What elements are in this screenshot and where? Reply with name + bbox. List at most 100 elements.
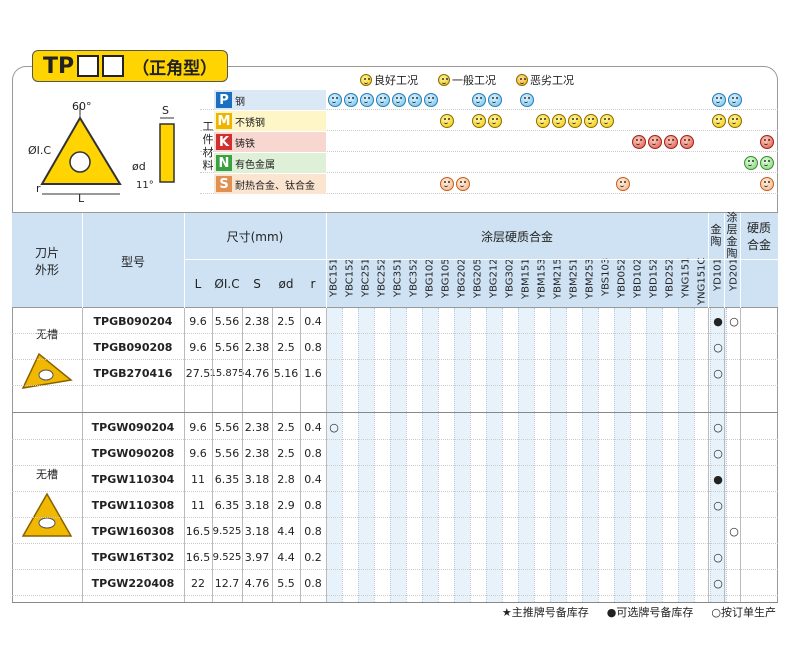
condition-face-icon (392, 93, 406, 107)
material-row: M 不锈钢 (200, 111, 778, 131)
header-grade: YBC252 (376, 258, 388, 297)
table-bottom-border (12, 602, 778, 603)
condition-face-icon (712, 114, 726, 128)
header-grade: YBS103 (600, 258, 612, 297)
header-divider (184, 259, 778, 260)
header-grade: YBG105 (440, 258, 452, 298)
condition-face-icon (328, 93, 342, 107)
header-divider (326, 213, 327, 309)
model-cell: TPGW110304 (91, 472, 175, 486)
material-label: S 耐热合金、钛合金 (214, 174, 326, 194)
material-letter: N (216, 155, 232, 171)
placeholder-box-1 (77, 55, 100, 77)
material-name: 钢 (235, 96, 245, 108)
model-cell: TPGB090208 (93, 340, 173, 354)
size-r-cell: 0.8 (304, 498, 322, 512)
table-row: TPGW160308 16.5 9.525 3.18 4.4 0.8 ○ (12, 518, 778, 544)
condition-face-icon (760, 156, 774, 170)
insert-diagram: 60° ØI.C r L S ød 11° (28, 100, 175, 205)
angle-label: 60° (72, 100, 92, 113)
size-S-cell: 3.18 (244, 498, 270, 512)
condition-face-icon (456, 177, 470, 191)
size-d-cell: 2.5 (277, 420, 295, 434)
size-r-cell: 1.6 (304, 366, 322, 380)
size-r-cell: 0.8 (304, 576, 322, 590)
material-label: M 不锈钢 (214, 111, 326, 131)
condition-face-icon (536, 114, 550, 128)
condition-face-icon (744, 156, 758, 170)
condition-face-icon (520, 93, 534, 107)
legend-bad: 恶劣工况 (516, 72, 574, 88)
column-divider (724, 308, 725, 602)
size-d-cell: 4.4 (277, 524, 295, 538)
size-S-cell: 3.18 (244, 472, 270, 486)
header-grade: YBC152 (344, 258, 356, 297)
condition-face-icon (376, 93, 390, 107)
material-name: 不锈钢 (235, 117, 265, 129)
material-label: P钢 (214, 90, 326, 110)
condition-face-icon (488, 114, 502, 128)
size-S-cell: 4.76 (244, 576, 270, 590)
column-divider (184, 308, 185, 602)
condition-face-icon (648, 135, 662, 149)
condition-face-icon (760, 135, 774, 149)
header-size-col: ød (278, 277, 294, 291)
header-size-col: S (253, 277, 261, 291)
good-face-icon (360, 74, 372, 86)
material-name: 有色金属 (235, 159, 275, 171)
size-ic-cell: 5.56 (214, 446, 240, 460)
size-S-cell: 2.38 (244, 314, 270, 328)
size-ic-cell: 6.35 (214, 498, 240, 512)
condition-face-icon (440, 177, 454, 191)
header-grade: YBD152 (648, 258, 660, 298)
condition-face-icon (728, 114, 742, 128)
size-d-cell: 2.5 (277, 340, 295, 354)
size-S-cell: 3.97 (244, 550, 270, 564)
condition-face-icon (472, 114, 486, 128)
size-d-cell: 5.5 (277, 576, 295, 590)
table-row: TPGW16T302 16.5 9.525 3.97 4.4 0.2 ○ (12, 544, 778, 570)
material-letter: S (216, 176, 232, 192)
header-model: 型号 (120, 254, 145, 269)
table-row: TPGB270416 27.5 15.875 4.76 5.16 1.6 ○ (12, 360, 778, 386)
condition-face-icon (424, 93, 438, 107)
header-size-col: ØI.C (214, 277, 240, 291)
size-d-cell: 5.16 (273, 366, 299, 380)
size-d-cell: 2.9 (277, 498, 295, 512)
size-ic-cell: 5.56 (214, 340, 240, 354)
condition-face-icon (344, 93, 358, 107)
condition-face-icon (712, 93, 726, 107)
placeholder-box-2 (102, 55, 125, 77)
table-row: TPGW090204 9.6 5.56 2.38 2.5 0.4 ○ ○ (12, 414, 778, 440)
r-label: r (36, 182, 41, 195)
size-d-cell: 4.4 (277, 550, 295, 564)
table-row: TPGW090208 9.6 5.56 2.38 2.5 0.8 ○ (12, 440, 778, 466)
table-row: TPGB090208 9.6 5.56 2.38 2.5 0.8 ○ (12, 334, 778, 360)
header-grade: YBC352 (408, 258, 420, 297)
header-divider (724, 213, 725, 309)
header-grade: YBC251 (360, 258, 372, 297)
header-carbide: 硬质合金 (746, 221, 771, 252)
material-label: N 有色金属 (214, 153, 326, 173)
size-ic-cell: 12.7 (214, 576, 240, 590)
model-cell: TPGW220408 (91, 576, 175, 590)
table-header: 刀片外形 型号 尺寸(mm) 涂层硬质合金 金陶 涂层金陶 硬质合金 L ØI.C… (12, 212, 778, 309)
condition-face-icon (552, 114, 566, 128)
column-divider (212, 308, 213, 602)
legend-main-stock: ★主推牌号备库存 (501, 606, 589, 619)
size-S-cell: 2.38 (244, 446, 270, 460)
size-L-cell: 27.5 (185, 366, 211, 380)
condition-face-icon (408, 93, 422, 107)
title-main: TP (43, 53, 75, 79)
material-letter: K (216, 134, 232, 150)
header-grade: YBM251 (568, 258, 580, 299)
material-faces (328, 113, 778, 129)
header-cermet: 金陶 (710, 223, 722, 248)
legend-normal: 一般工况 (438, 72, 496, 88)
header-size-col: L (194, 277, 202, 291)
header-size-col: r (310, 277, 316, 291)
model-cell: TPGW090208 (91, 446, 175, 460)
header-divider (740, 213, 741, 309)
header-grade: YBC151 (328, 258, 340, 297)
condition-face-icon (440, 114, 454, 128)
